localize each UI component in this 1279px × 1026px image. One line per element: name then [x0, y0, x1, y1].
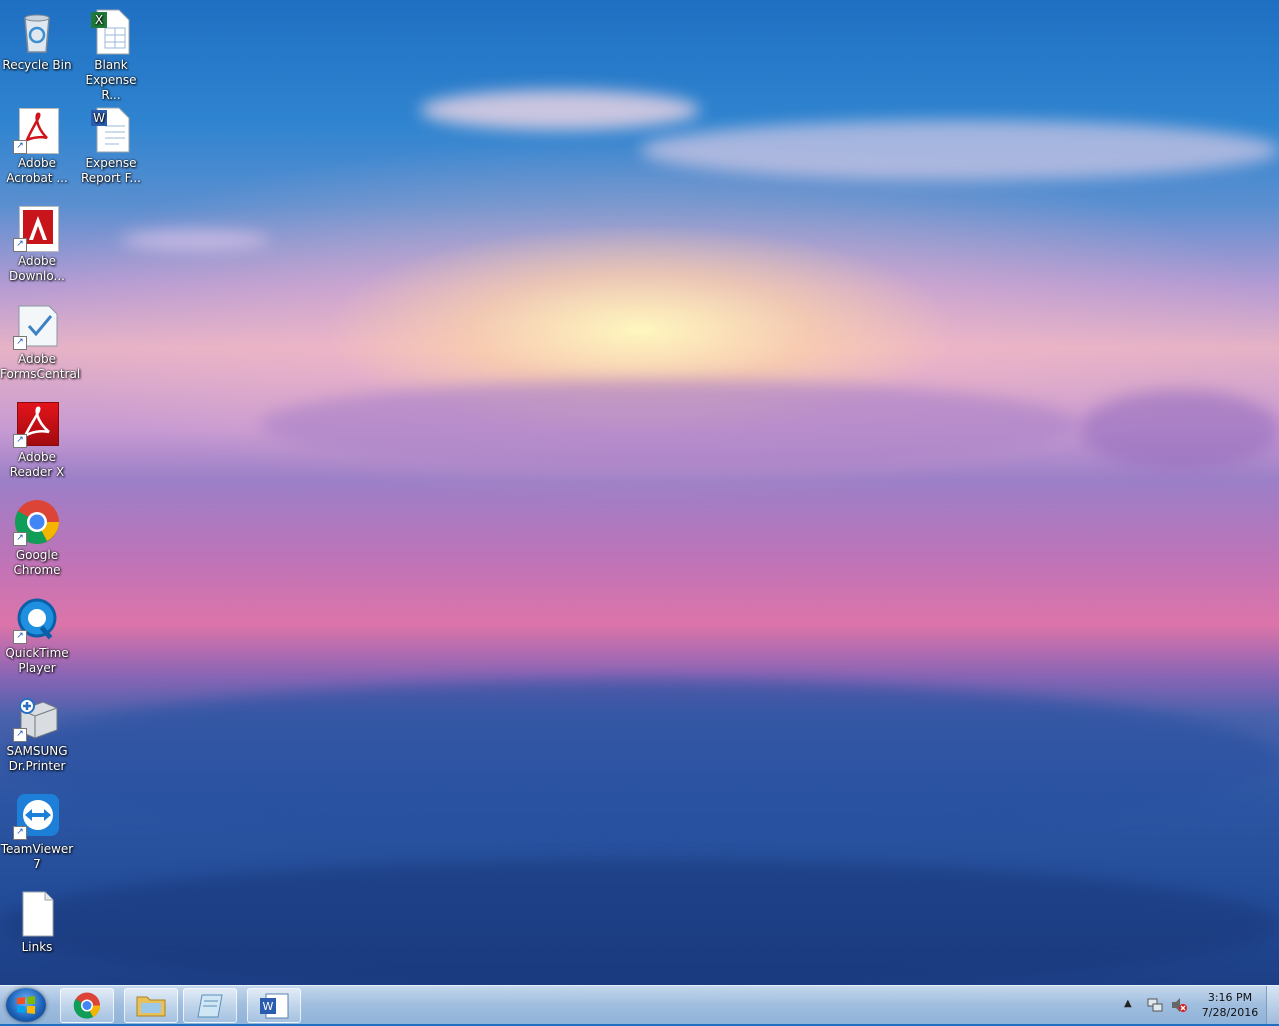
system-clock[interactable]: 3:16 PM 7/28/2016 — [1195, 990, 1265, 1020]
icon-label: Links — [21, 940, 53, 954]
show-hidden-icons-icon[interactable]: ▲ — [1124, 998, 1132, 1009]
show-desktop-button[interactable] — [1266, 986, 1279, 1024]
network-icon[interactable] — [1146, 996, 1164, 1018]
icon-label: SAMSUNG Dr.Printer — [6, 744, 68, 773]
desktop-icon-google-chrome[interactable]: ↗ Google Chrome — [0, 494, 74, 578]
shortcut-arrow-icon: ↗ — [13, 826, 27, 840]
windows-start-icon[interactable] — [6, 988, 46, 1022]
notepad-icon — [197, 994, 223, 1018]
taskbar-explorer-button[interactable] — [124, 988, 178, 1023]
excel-file-icon: X — [87, 8, 135, 56]
desktop-icon-expense-report[interactable]: W Expense Report F... — [74, 102, 148, 186]
desktop-icon-quicktime[interactable]: ↗ QuickTime Player — [0, 592, 74, 676]
icon-label: Recycle Bin — [2, 58, 72, 72]
desktop-icon-adobe-formscentral[interactable]: ↗ Adobe FormsCentral — [0, 298, 81, 382]
icon-label: Adobe Reader X — [9, 450, 65, 479]
desktop-icon-adobe-download[interactable]: ↗ Adobe Downlo... — [0, 200, 74, 284]
icon-label: TeamViewer 7 — [0, 842, 74, 871]
adobe-download-icon: ↗ — [13, 204, 61, 252]
desktop-icon-blank-expense[interactable]: X Blank Expense R... — [74, 4, 148, 103]
shortcut-arrow-icon: ↗ — [13, 630, 27, 644]
file-explorer-icon — [136, 996, 166, 1017]
svg-text:W: W — [263, 1000, 274, 1013]
desktop-icon-links[interactable]: Links — [0, 886, 74, 955]
icon-label: Adobe Downlo... — [9, 254, 65, 283]
teamviewer-icon: ↗ — [13, 792, 61, 840]
clock-date: 7/28/2016 — [1201, 1006, 1259, 1019]
taskbar: W ▲ 3:16 PM 7/28/2016 — [0, 985, 1279, 1024]
text-file-icon — [13, 890, 61, 938]
icon-label: Google Chrome — [13, 548, 61, 577]
shortcut-arrow-icon: ↗ — [13, 434, 27, 448]
desktop-icon-recycle-bin[interactable]: Recycle Bin — [0, 4, 74, 73]
google-chrome-icon: ↗ — [13, 498, 61, 546]
taskbar-word-button[interactable]: W — [247, 988, 301, 1023]
icon-label: Blank Expense R... — [85, 58, 137, 102]
word-document-icon: W — [87, 106, 135, 154]
adobe-reader-icon: ↗ — [13, 400, 61, 448]
taskbar-chrome-button[interactable] — [60, 988, 114, 1023]
adobe-acrobat-icon: ↗ — [13, 106, 61, 154]
volume-muted-icon[interactable] — [1170, 996, 1188, 1018]
desktop-icon-samsung-printer[interactable]: ↗ SAMSUNG Dr.Printer — [0, 690, 74, 774]
desktop-icon-adobe-reader[interactable]: ↗ Adobe Reader X — [0, 396, 74, 480]
desktop: Recycle Bin X Blank Expense R... ↗ Adobe… — [0, 0, 1279, 985]
svg-text:X: X — [95, 13, 103, 27]
notification-area: ▲ — [1120, 994, 1200, 1018]
google-chrome-icon — [73, 992, 100, 1019]
shortcut-arrow-icon: ↗ — [13, 140, 27, 154]
shortcut-arrow-icon: ↗ — [13, 238, 27, 252]
recycle-bin-icon — [13, 8, 61, 56]
quicktime-icon: ↗ — [13, 596, 61, 644]
svg-text:W: W — [93, 111, 105, 125]
desktop-icon-teamviewer[interactable]: ↗ TeamViewer 7 — [0, 788, 74, 872]
desktop-icon-adobe-acrobat[interactable]: ↗ Adobe Acrobat ... — [0, 102, 74, 186]
samsung-printer-icon: ↗ — [13, 694, 61, 742]
icon-label: QuickTime Player — [5, 646, 69, 675]
icon-label: Expense Report F... — [80, 156, 141, 185]
adobe-formscentral-icon: ↗ — [13, 302, 61, 350]
icon-label: Adobe FormsCentral — [0, 352, 81, 381]
taskbar-notepad-button[interactable] — [183, 988, 237, 1023]
shortcut-arrow-icon: ↗ — [13, 532, 27, 546]
clock-time: 3:16 PM — [1207, 991, 1253, 1004]
microsoft-word-icon: W — [260, 993, 289, 1019]
icon-label: Adobe Acrobat ... — [6, 156, 68, 185]
shortcut-arrow-icon: ↗ — [13, 728, 27, 742]
shortcut-arrow-icon: ↗ — [13, 336, 27, 350]
